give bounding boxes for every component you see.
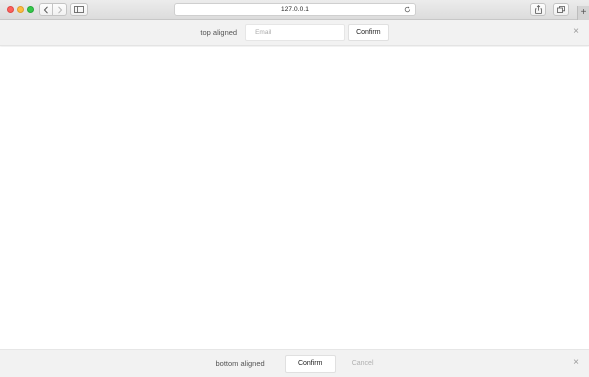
window-minimize-button[interactable] bbox=[17, 6, 24, 13]
bottom-notification-bar: bottom aligned Confirm Cancel × bbox=[0, 349, 589, 377]
bottom-confirm-button[interactable]: Confirm bbox=[284, 354, 336, 373]
back-button[interactable] bbox=[39, 3, 53, 16]
browser-toolbar: 127.0.0.1 + bbox=[0, 0, 589, 20]
new-tab-button[interactable]: + bbox=[577, 6, 589, 20]
tabs-overview-icon bbox=[557, 6, 565, 13]
tabs-overview-button[interactable] bbox=[553, 3, 569, 16]
bottom-cancel-button[interactable]: Cancel bbox=[352, 360, 374, 367]
address-text: 127.0.0.1 bbox=[280, 6, 309, 13]
sidebar-toggle-button[interactable] bbox=[70, 3, 88, 16]
window-zoom-button[interactable] bbox=[27, 6, 34, 13]
chevron-right-icon bbox=[57, 5, 62, 14]
share-icon bbox=[534, 5, 542, 14]
bottom-bar-label: bottom aligned bbox=[215, 359, 265, 368]
top-notification-bar: top aligned Confirm × bbox=[0, 20, 589, 46]
page-content bbox=[0, 47, 589, 349]
share-button[interactable] bbox=[530, 3, 546, 16]
top-confirm-button[interactable]: Confirm bbox=[348, 24, 389, 41]
email-input[interactable] bbox=[245, 24, 346, 41]
window-close-button[interactable] bbox=[7, 6, 14, 13]
address-bar[interactable]: 127.0.0.1 bbox=[174, 3, 416, 16]
chevron-left-icon bbox=[43, 5, 48, 14]
reload-icon[interactable] bbox=[404, 6, 411, 13]
bottom-bar-close-icon[interactable]: × bbox=[573, 358, 579, 368]
top-bar-close-icon[interactable]: × bbox=[573, 27, 579, 37]
top-bar-label: top aligned bbox=[200, 28, 238, 37]
sidebar-icon bbox=[74, 6, 84, 13]
forward-button[interactable] bbox=[53, 3, 67, 16]
